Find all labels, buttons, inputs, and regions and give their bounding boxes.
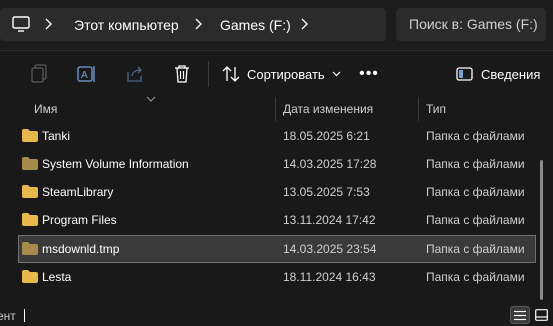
details-label: Сведения bbox=[481, 66, 541, 82]
column-separator[interactable] bbox=[418, 97, 419, 121]
file-type: Папка с файлами bbox=[426, 157, 525, 171]
sort-caret-icon bbox=[146, 96, 156, 102]
tiles-view-icon bbox=[534, 309, 548, 321]
file-type: Папка с файлами bbox=[426, 270, 525, 284]
command-bar: A Сортировать ••• Сведения bbox=[0, 51, 553, 97]
file-date: 13.11.2024 17:42 bbox=[283, 213, 376, 227]
file-date: 18.11.2024 16:43 bbox=[283, 270, 376, 284]
status-bar: ент bbox=[0, 305, 553, 326]
file-type: Папка с файлами bbox=[426, 185, 525, 199]
breadcrumb-drive[interactable]: Games (F:) bbox=[220, 16, 291, 34]
sort-label: Сортировать bbox=[247, 66, 325, 82]
copy-button[interactable] bbox=[28, 63, 50, 85]
delete-button[interactable] bbox=[171, 63, 193, 85]
file-name: msdownld.tmp bbox=[42, 242, 120, 256]
chevron-right-icon[interactable] bbox=[43, 17, 53, 31]
column-header-type[interactable]: Тип bbox=[426, 102, 446, 116]
file-name: SteamLibrary bbox=[42, 185, 114, 199]
details-pane-button[interactable]: Сведения bbox=[456, 63, 540, 85]
toolbar-divider bbox=[208, 61, 209, 87]
folder-icon bbox=[22, 129, 38, 142]
file-type: Папка с файлами bbox=[426, 242, 525, 256]
list-item[interactable]: Program Files 13.11.2024 17:42 Папка с ф… bbox=[18, 206, 536, 234]
vertical-scrollbar[interactable] bbox=[540, 160, 543, 300]
search-box[interactable] bbox=[396, 8, 546, 41]
column-header-date[interactable]: Дата изменения bbox=[283, 102, 373, 116]
list-item[interactable]: System Volume Information 14.03.2025 17:… bbox=[18, 150, 536, 178]
column-header-name[interactable]: Имя bbox=[34, 102, 57, 116]
column-separator[interactable] bbox=[275, 97, 276, 121]
file-name: Lesta bbox=[42, 270, 72, 284]
list-item[interactable]: SteamLibrary 13.05.2025 7:53 Папка с фай… bbox=[18, 178, 536, 206]
list-view-icon bbox=[514, 310, 526, 320]
rename-icon: A bbox=[77, 66, 95, 82]
svg-text:A: A bbox=[81, 70, 88, 81]
breadcrumb-this-pc[interactable]: Этот компьютер bbox=[74, 16, 179, 34]
file-type: Папка с файлами bbox=[426, 213, 525, 227]
file-name: System Volume Information bbox=[42, 157, 189, 171]
file-name: Tanki bbox=[42, 129, 71, 143]
file-date: 14.03.2025 17:28 bbox=[283, 157, 377, 171]
status-text: ент bbox=[0, 309, 16, 323]
large-icons-view-button[interactable] bbox=[531, 306, 551, 324]
folder-icon bbox=[22, 242, 38, 255]
delete-icon bbox=[175, 65, 189, 83]
rename-button[interactable]: A bbox=[76, 63, 98, 85]
share-icon bbox=[127, 66, 142, 82]
file-date: 13.05.2025 7:53 bbox=[283, 185, 370, 199]
chevron-right-icon[interactable] bbox=[299, 17, 309, 31]
file-name: Program Files bbox=[42, 213, 117, 227]
folder-icon bbox=[22, 270, 38, 283]
folder-icon bbox=[22, 185, 38, 198]
status-separator bbox=[24, 309, 25, 322]
more-options-button[interactable]: ••• bbox=[358, 63, 380, 85]
copy-icon bbox=[31, 64, 47, 83]
folder-icon bbox=[22, 213, 38, 226]
list-item[interactable]: Tanki 18.05.2025 6:21 Папка с файлами bbox=[18, 122, 536, 150]
column-header-row: Имя Дата изменения Тип bbox=[0, 96, 553, 121]
share-button[interactable] bbox=[124, 63, 146, 85]
details-view-button[interactable] bbox=[510, 306, 530, 324]
file-type: Папка с файлами bbox=[426, 129, 525, 143]
list-item-selected[interactable]: msdownld.tmp 14.03.2025 23:54 Папка с фа… bbox=[18, 235, 536, 263]
computer-icon[interactable] bbox=[12, 16, 30, 32]
details-pane-icon bbox=[456, 67, 473, 81]
file-date: 14.03.2025 23:54 bbox=[283, 242, 377, 256]
file-date: 18.05.2025 6:21 bbox=[283, 129, 370, 143]
chevron-right-icon[interactable] bbox=[193, 17, 203, 31]
list-item[interactable]: Lesta 18.11.2024 16:43 Папка с файлами bbox=[18, 263, 536, 291]
folder-icon bbox=[22, 157, 38, 170]
search-input[interactable] bbox=[409, 14, 544, 34]
address-bar-area: Этот компьютер Games (F:) bbox=[0, 0, 553, 50]
sort-icon bbox=[222, 66, 240, 82]
sort-button[interactable]: Сортировать bbox=[222, 63, 341, 85]
address-bar[interactable]: Этот компьютер Games (F:) bbox=[0, 8, 386, 41]
chevron-down-icon bbox=[332, 71, 341, 77]
